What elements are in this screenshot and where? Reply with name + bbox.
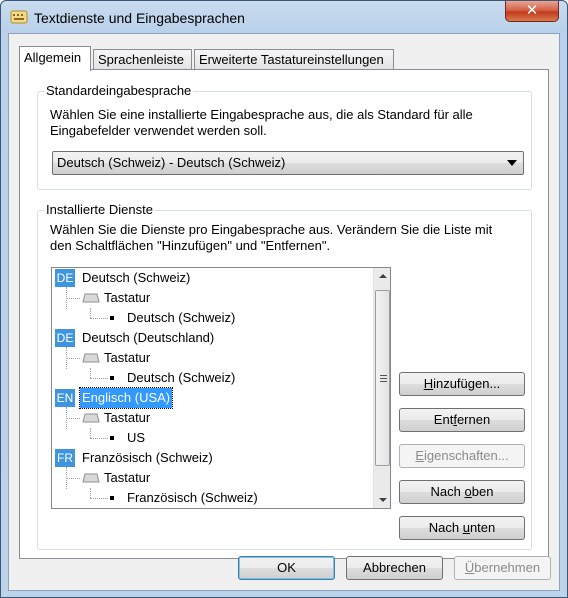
language-badge-icon: FR bbox=[55, 449, 75, 467]
move-down-button[interactable]: Nach unten bbox=[399, 516, 525, 540]
group-title: Installierte Dienste bbox=[44, 202, 155, 217]
default-language-description: Wählen Sie eine installierte Eingabespra… bbox=[50, 107, 473, 139]
layout-label: US bbox=[127, 430, 146, 445]
description-line: Wählen Sie die Dienste pro Eingabesprach… bbox=[50, 222, 493, 237]
tree-connector bbox=[90, 308, 91, 318]
group-title: Standardeingabesprache bbox=[44, 83, 194, 98]
button-label: ernen bbox=[456, 412, 491, 427]
remove-button[interactable]: Entfernen bbox=[399, 408, 525, 432]
tree-connector bbox=[90, 378, 108, 379]
grip-icon bbox=[380, 378, 387, 379]
language-name: Französisch (Schweiz) bbox=[82, 450, 213, 465]
add-button[interactable]: Hinzufügen... bbox=[399, 372, 525, 396]
tree-scrollbar[interactable] bbox=[373, 268, 390, 508]
services-tree[interactable]: DE Deutsch (Schweiz) Tastatur Deutsch (S… bbox=[51, 267, 391, 509]
layout-label: Deutsch (Schweiz) bbox=[127, 310, 236, 325]
keyboard-icon bbox=[82, 353, 100, 363]
language-name: Deutsch (Schweiz) bbox=[82, 270, 191, 285]
dialog-client-area: Allgemein Sprachenleiste Erweiterte Tast… bbox=[8, 33, 560, 591]
language-badge-icon: DE bbox=[55, 269, 75, 287]
button-mnemonic: u bbox=[462, 520, 470, 535]
tree-connector bbox=[66, 478, 80, 479]
grip-icon bbox=[380, 381, 387, 382]
tab-allgemein[interactable]: Allgemein bbox=[19, 46, 91, 71]
language-name-selected: Englisch (USA) bbox=[78, 387, 174, 409]
category-label: Tastatur bbox=[104, 410, 151, 425]
tree-connector bbox=[90, 428, 91, 438]
button-mnemonic: H bbox=[423, 376, 434, 391]
button-mnemonic: E bbox=[415, 448, 425, 463]
tab-sprachenleiste[interactable]: Sprachenleiste bbox=[93, 49, 192, 70]
button-label: ben bbox=[471, 484, 494, 499]
scroll-down-button[interactable] bbox=[374, 491, 390, 508]
chevron-down-icon bbox=[507, 160, 517, 166]
button-mnemonic: Ü bbox=[464, 560, 475, 575]
button-label: igenschaften... bbox=[424, 448, 509, 463]
tree-connector bbox=[66, 298, 80, 299]
tree-connector bbox=[90, 438, 108, 439]
grip-icon bbox=[380, 375, 387, 376]
close-button[interactable]: ✕ bbox=[505, 1, 559, 22]
default-language-group: Standardeingabesprache bbox=[37, 83, 532, 190]
arrow-down-icon bbox=[379, 498, 387, 502]
bullet-icon bbox=[110, 496, 114, 500]
category-label: Tastatur bbox=[104, 470, 151, 485]
installed-services-description: Wählen Sie die Dienste pro Eingabesprach… bbox=[50, 222, 492, 254]
description-line: den Schaltflächen "Hinzufügen" und "Entf… bbox=[50, 238, 331, 253]
properties-button[interactable]: Eigenschaften... bbox=[399, 444, 525, 468]
tab-panel-allgemein: Standardeingabesprache Wählen Sie eine i… bbox=[19, 69, 549, 559]
default-language-dropdown[interactable]: Deutsch (Schweiz) - Deutsch (Schweiz) bbox=[52, 151, 524, 175]
button-label: Nach bbox=[428, 520, 463, 535]
keyboard-settings-icon bbox=[10, 10, 28, 24]
apply-button[interactable]: Übernehmen bbox=[454, 556, 551, 580]
category-label: Tastatur bbox=[104, 290, 151, 305]
layout-label: Deutsch (Schweiz) bbox=[127, 370, 236, 385]
tree-connector bbox=[90, 498, 108, 499]
tab-label: Erweiterte Tastatureinstellungen bbox=[199, 52, 384, 67]
scroll-thumb[interactable] bbox=[375, 290, 390, 466]
tab-label: Sprachenleiste bbox=[98, 52, 184, 67]
tree-connector bbox=[90, 368, 91, 378]
description-line: Eingabefelder verwendet werden soll. bbox=[50, 123, 267, 138]
keyboard-icon bbox=[82, 473, 100, 483]
button-label: nten bbox=[469, 520, 496, 535]
dialog-window: Textdienste und Eingabesprachen ✕ Allgem… bbox=[0, 0, 568, 598]
keyboard-icon bbox=[82, 413, 100, 423]
close-icon: ✕ bbox=[525, 1, 539, 19]
move-up-button[interactable]: Nach oben bbox=[399, 480, 525, 504]
button-label: Abbrechen bbox=[363, 560, 426, 575]
button-label: Nach bbox=[430, 484, 465, 499]
button-label: OK bbox=[277, 560, 296, 575]
tab-label: Allgemein bbox=[24, 50, 82, 65]
tree-connector bbox=[66, 358, 80, 359]
title-bar[interactable]: Textdienste und Eingabesprachen ✕ bbox=[1, 1, 567, 33]
scroll-up-button[interactable] bbox=[374, 268, 390, 285]
bullet-icon bbox=[110, 376, 114, 380]
layout-label: Französisch (Schweiz) bbox=[127, 490, 258, 505]
ok-button[interactable]: OK bbox=[238, 556, 335, 580]
category-label: Tastatur bbox=[104, 350, 151, 365]
button-label: inzufügen... bbox=[433, 376, 501, 391]
button-label: Ent bbox=[433, 412, 454, 427]
bullet-icon bbox=[110, 316, 114, 320]
tree-connector bbox=[90, 488, 91, 498]
tree-connector bbox=[66, 418, 80, 419]
button-label: bernehmen bbox=[474, 560, 541, 575]
language-name: Deutsch (Deutschland) bbox=[82, 330, 215, 345]
dropdown-value: Deutsch (Schweiz) - Deutsch (Schweiz) bbox=[57, 155, 286, 170]
tab-erweiterte-tastatureinstellungen[interactable]: Erweiterte Tastatureinstellungen bbox=[194, 49, 394, 70]
bullet-icon bbox=[110, 436, 114, 440]
keyboard-icon bbox=[82, 293, 100, 303]
button-mnemonic: o bbox=[464, 484, 472, 499]
cancel-button[interactable]: Abbrechen bbox=[346, 556, 443, 580]
description-line: Wählen Sie eine installierte Eingabespra… bbox=[50, 107, 473, 122]
window-title: Textdienste und Eingabesprachen bbox=[34, 10, 245, 26]
language-badge-icon: DE bbox=[55, 329, 75, 347]
tree-connector bbox=[90, 318, 108, 319]
language-badge-icon: EN bbox=[55, 389, 75, 407]
arrow-up-icon bbox=[379, 274, 387, 278]
